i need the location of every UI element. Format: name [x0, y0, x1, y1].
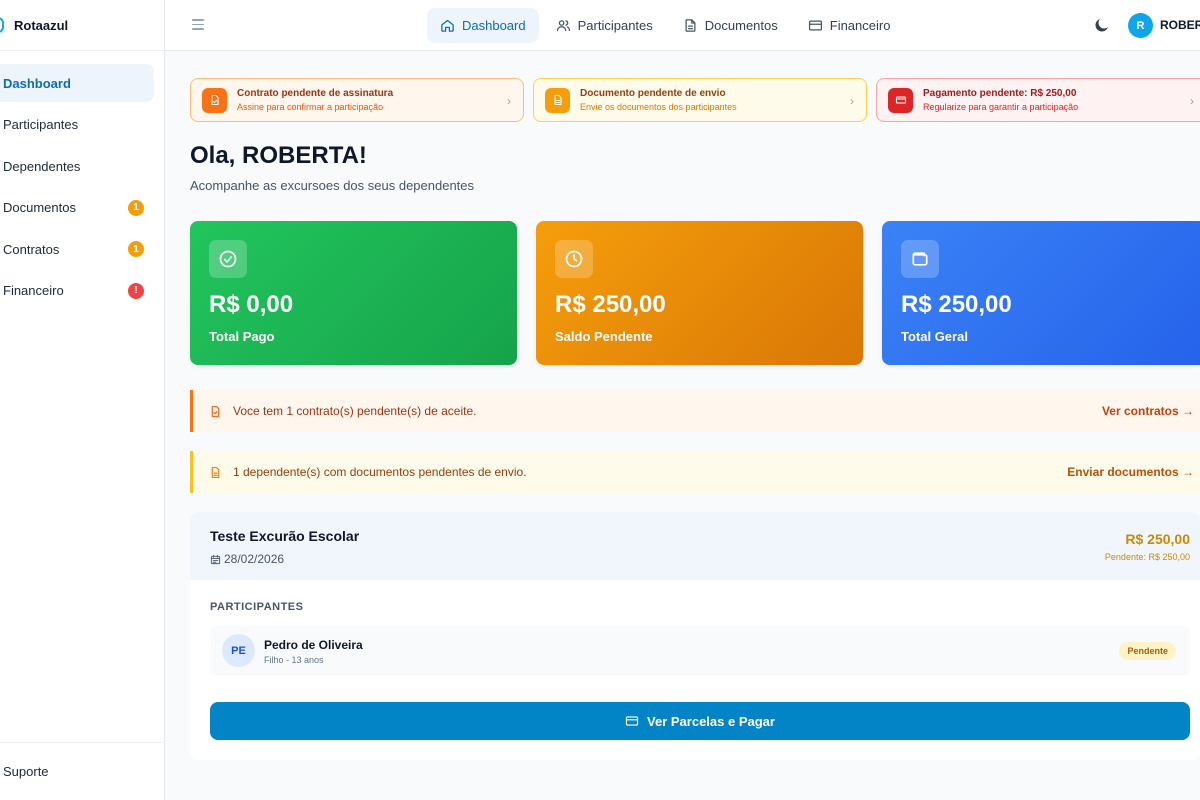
notice-documents: 1 dependente(s) com documentos pendentes… [190, 451, 1200, 493]
file-icon [553, 94, 562, 106]
brand-name: Rotaazul [14, 17, 69, 33]
alert-document-pending[interactable]: Documento pendente de envio Envie os doc… [533, 78, 867, 122]
ver-contratos-link[interactable]: Ver contratos → [1102, 404, 1194, 418]
sidebar-item-documentos[interactable]: Documentos 1 [0, 189, 154, 227]
sidebar-item-label: Financeiro [3, 283, 64, 298]
stat-label: Saldo Pendente [555, 329, 653, 344]
alert-title: Documento pendente de envio [580, 88, 726, 99]
status-badge: Pendente [1119, 642, 1176, 660]
support-label: Suporte [3, 764, 49, 779]
sidebar-item-label: Documentos [3, 200, 76, 215]
sidebar-item-label: Participantes [3, 117, 79, 132]
stat-card-saldo-pendente: R$ 250,00 Saldo Pendente [536, 221, 863, 365]
chevron-right-icon: › [1190, 94, 1194, 108]
alert-contract-pending[interactable]: Contrato pendente de assinatura Assine p… [190, 78, 524, 122]
stat-label: Total Pago [209, 329, 275, 344]
trip-header: Teste Excurão Escolar 28/02/2026 R$ 250,… [190, 512, 1200, 580]
sidebar-item-label: Dashboard [3, 75, 71, 91]
tab-participantes[interactable]: Participantes [543, 8, 666, 43]
trip-date: 28/02/2026 [224, 552, 285, 566]
participant-row[interactable]: PE Pedro de Oliveira Filho - 13 anos Pen… [210, 626, 1190, 676]
chevron-right-icon: › [507, 94, 511, 108]
alert-subtitle: Assine para confirmar a participação [237, 102, 384, 112]
sidebar-item-label: Contratos [3, 241, 60, 257]
tab-label: Participantes [577, 18, 653, 33]
file-signature-icon [210, 94, 219, 106]
topbar: Dashboard Participantes Documentos Finan… [165, 0, 1200, 51]
participant-info: Filho - 13 anos [264, 655, 324, 665]
alert-subtitle: Regularize para garantir a participação [923, 102, 1079, 112]
trip-amount: R$ 250,00 [1125, 531, 1190, 547]
stat-card-total-geral: R$ 250,00 Total Geral [882, 221, 1200, 365]
check-circle-icon [219, 250, 237, 268]
stat-value: R$ 250,00 [555, 291, 666, 318]
credit-card-icon [895, 96, 906, 104]
users-icon [556, 20, 570, 32]
notice-text: Voce tem 1 contrato(s) pendente(s) de ac… [233, 404, 477, 418]
alert-payment-pending[interactable]: Pagamento pendente: R$ 250,00 Regularize… [876, 78, 1200, 122]
tab-label: Documentos [704, 18, 778, 33]
notice-contracts: Voce tem 1 contrato(s) pendente(s) de ac… [190, 390, 1200, 432]
sidebar-item-dashboard[interactable]: Dashboard [0, 64, 154, 102]
page-subtitle: Acompanhe as excursoes dos seus dependen… [190, 178, 475, 193]
sidebar-item-dependentes[interactable]: Dependentes [0, 147, 154, 185]
count-badge: 1 [128, 199, 144, 216]
logo-icon [0, 17, 4, 33]
alert-badge: ! [128, 282, 144, 299]
tab-label: Financeiro [829, 18, 891, 33]
sidebar-item-contratos[interactable]: Contratos 1 [0, 230, 154, 268]
username[interactable]: ROBERTA [1160, 18, 1200, 32]
calendar-icon [210, 554, 221, 564]
stat-value: R$ 250,00 [901, 291, 1012, 318]
top-nav: Dashboard Participantes Documentos Finan… [427, 8, 903, 43]
alert-title: Pagamento pendente: R$ 250,00 [923, 88, 1077, 99]
stat-card-total-pago: R$ 0,00 Total Pago [190, 221, 517, 365]
home-icon [441, 19, 454, 32]
pay-button-label: Ver Parcelas e Pagar [647, 713, 775, 729]
file-check-icon [211, 405, 220, 417]
ver-parcelas-pagar-button[interactable]: Ver Parcelas e Pagar [210, 702, 1190, 740]
alert-title: Contrato pendente de assinatura [237, 88, 394, 99]
trip-title: Teste Excurão Escolar [210, 528, 360, 544]
participant-name: Pedro de Oliveira [264, 638, 363, 652]
stat-label: Total Geral [901, 329, 968, 344]
alert-subtitle: Envie os documentos dos participantes [580, 102, 737, 112]
menu-icon[interactable] [192, 19, 204, 31]
participant-avatar: PE [222, 634, 255, 667]
credit-card-icon [808, 20, 822, 31]
sidebar-nav: Dashboard Participantes Dependentes Docu… [0, 51, 164, 310]
wallet-icon [912, 252, 928, 266]
tab-financeiro[interactable]: Financeiro [795, 8, 904, 43]
document-icon [685, 19, 696, 32]
count-badge: 1 [128, 241, 144, 257]
trip-card: Teste Excurão Escolar 28/02/2026 R$ 250,… [190, 512, 1200, 760]
enviar-documentos-link[interactable]: Enviar documentos → [1067, 465, 1194, 479]
sidebar-item-label: Dependentes [3, 158, 81, 174]
avatar[interactable]: R [1128, 13, 1153, 38]
sidebar-item-financeiro[interactable]: Financeiro ! [0, 272, 154, 310]
chevron-right-icon: › [850, 94, 854, 108]
credit-card-icon [625, 716, 639, 726]
page-title: Ola, ROBERTA! [190, 142, 367, 169]
brand[interactable]: Rotaazul [0, 0, 164, 51]
tab-documentos[interactable]: Documentos [670, 8, 791, 43]
tab-label: Dashboard [462, 18, 526, 33]
sidebar-item-participantes[interactable]: Participantes [0, 106, 154, 144]
moon-icon[interactable] [1093, 16, 1111, 34]
tab-dashboard[interactable]: Dashboard [427, 8, 539, 43]
notice-text: 1 dependente(s) com documentos pendentes… [233, 465, 527, 479]
sidebar: Rotaazul Dashboard Participantes Depende… [0, 0, 165, 800]
trip-pending-amount: Pendente: R$ 250,00 [1104, 552, 1190, 562]
stat-value: R$ 0,00 [209, 291, 294, 318]
clock-icon [565, 250, 583, 268]
file-icon [211, 466, 220, 478]
sidebar-item-suporte[interactable]: Suporte [0, 742, 164, 800]
participants-heading: PARTICIPANTES [210, 601, 304, 613]
